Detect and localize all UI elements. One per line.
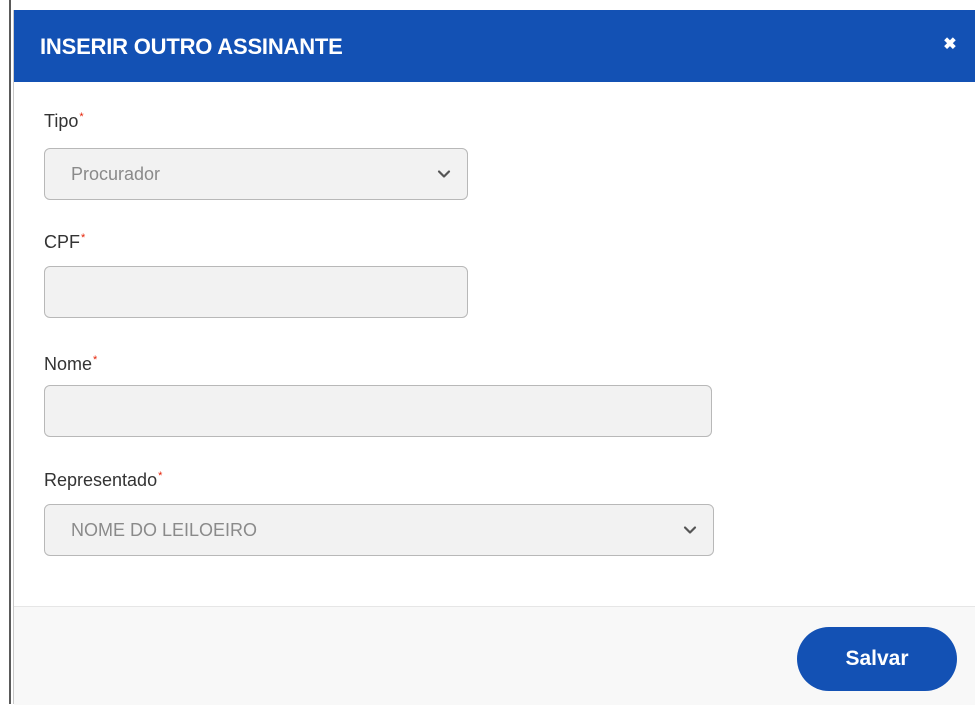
insert-signer-modal: INSERIR OUTRO ASSINANTE ✖ Tipo* Procurad… [14,10,975,705]
required-marker: * [79,111,84,123]
nome-input[interactable] [44,385,712,437]
save-button[interactable]: Salvar [797,627,957,691]
modal-footer: Salvar [14,606,975,705]
representado-label: Representado* [44,470,162,491]
tipo-label-text: Tipo [44,111,79,131]
representado-select[interactable]: NOME DO LEILOEIRO [44,504,714,556]
required-marker: * [93,354,98,366]
tipo-select[interactable]: Procurador [44,148,468,200]
representado-label-text: Representado [44,470,158,490]
modal-header: INSERIR OUTRO ASSINANTE ✖ [14,10,975,82]
page-backdrop [0,0,14,704]
tipo-select-value: Procurador [71,164,161,184]
chevron-down-icon [683,526,697,534]
cpf-label-text: CPF [44,232,80,252]
backdrop-edge [9,0,11,704]
nome-label: Nome* [44,354,97,375]
cpf-input[interactable] [44,266,468,318]
required-marker: * [81,232,86,244]
nome-label-text: Nome [44,354,93,374]
representado-select-value: NOME DO LEILOEIRO [71,520,258,540]
cpf-label: CPF* [44,232,85,253]
required-marker: * [158,470,163,482]
chevron-down-icon [437,170,451,178]
modal-title: INSERIR OUTRO ASSINANTE [40,34,343,59]
tipo-label: Tipo* [44,111,84,132]
close-icon[interactable]: ✖ [941,36,959,54]
